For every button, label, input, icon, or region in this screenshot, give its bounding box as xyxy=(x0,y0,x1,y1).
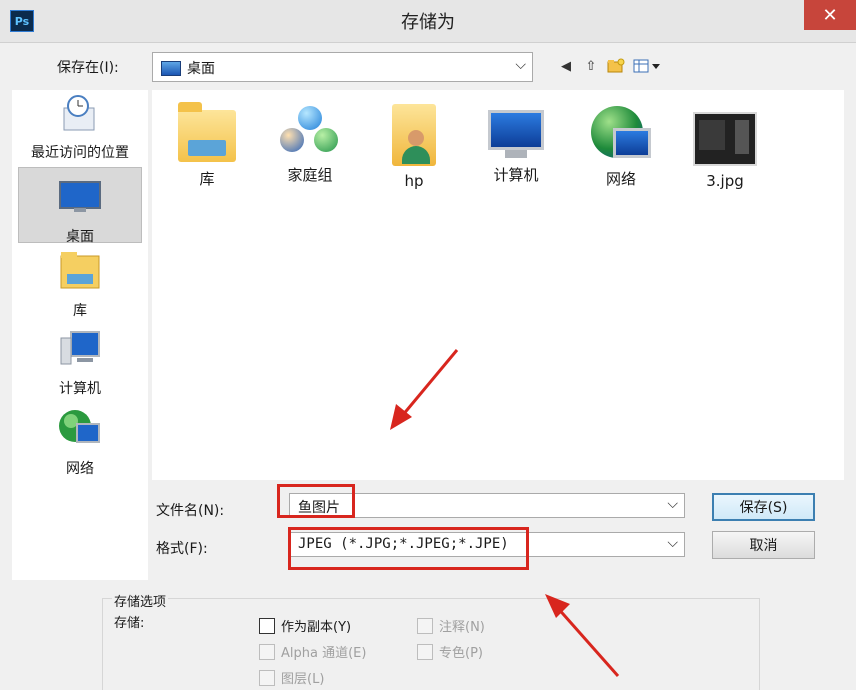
annotation-arrow-format xyxy=(545,594,620,677)
annotation-arrows xyxy=(390,349,620,677)
annotation-arrow-filename xyxy=(390,349,459,430)
